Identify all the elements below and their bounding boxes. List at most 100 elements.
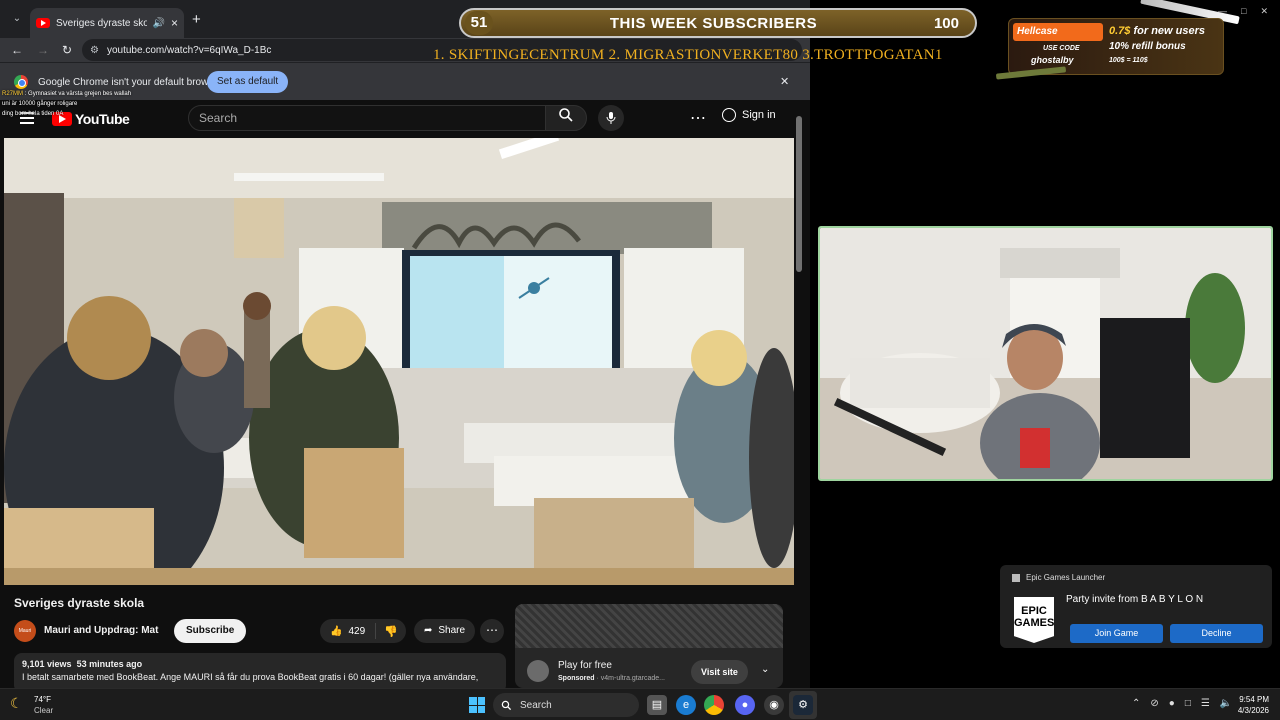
close-infobar-icon[interactable]: ✕	[780, 75, 789, 88]
epic-games-logo: EPIC GAMES	[1014, 597, 1054, 643]
show-hidden-icons-icon[interactable]: ⌃	[1132, 698, 1140, 709]
edge-icon[interactable]: e	[676, 695, 696, 715]
notification-app-name: Epic Games Launcher	[1026, 573, 1106, 582]
share-label: Share	[438, 625, 466, 636]
taskbar: ☾ 74°F Clear Search ▤ e ● ◉ ⚙ ⌃ ⊘ ● □ ☰ …	[0, 688, 1280, 720]
forward-button[interactable]: →	[34, 41, 52, 59]
desktop: ⌄ Sveriges dyraste skola - YouTube 🔊 × +…	[0, 0, 1280, 720]
wifi-icon[interactable]: ☰	[1201, 698, 1210, 709]
tab-youtube[interactable]: Sveriges dyraste skola - YouTube 🔊 ×	[30, 8, 184, 38]
chat-message: ding bom hela tiden 0A	[2, 109, 182, 119]
view-count: 9,101 views	[22, 659, 72, 669]
chevron-down-icon[interactable]: ⌄	[761, 664, 769, 675]
subscriber-goal-title: THIS WEEK SUBSCRIBERS	[609, 14, 818, 32]
sign-in-label: Sign in	[742, 109, 776, 121]
close-window-icon[interactable]: ✕	[1260, 6, 1268, 17]
sponsored-label: Sponsored	[558, 675, 595, 682]
promo-code: ghostalby	[1031, 55, 1074, 65]
description-text: I betalt samarbete med BookBeat. Ange MA…	[22, 672, 479, 682]
infobar-message: Google Chrome isn't your default browser	[38, 77, 223, 88]
promo-text: for new users	[1133, 25, 1206, 37]
thumbs-up-icon: 👍	[330, 625, 343, 637]
reload-button[interactable]: ↻	[58, 41, 76, 59]
clock-time: 9:54 PM	[1239, 695, 1269, 704]
decline-button[interactable]: Decline	[1170, 624, 1263, 643]
notification-message: Party invite from B A B Y L O N	[1066, 594, 1204, 605]
sponsored-ad-card[interactable]: Play for free Sponsored · v4m-ultra.gtar…	[515, 604, 783, 688]
join-game-button[interactable]: Join Game	[1070, 624, 1163, 643]
webcam-feed	[818, 226, 1273, 481]
more-actions-button[interactable]: ⋯	[480, 619, 504, 643]
like-button[interactable]: 👍 429	[320, 623, 377, 639]
close-tab-icon[interactable]: ×	[171, 16, 178, 30]
ad-sponsor-line: Sponsored · v4m-ultra.gtarcade...	[558, 675, 665, 682]
taskbar-clock[interactable]: 9:54 PM 4/3/2026	[1233, 694, 1269, 716]
start-button[interactable]	[469, 697, 485, 713]
subscriber-count: 51	[465, 11, 493, 35]
chrome-icon[interactable]	[704, 695, 724, 715]
like-dislike-group: 👍 429 👎	[320, 619, 406, 643]
promo-refill-bonus: 10% refill bonus	[1109, 41, 1186, 52]
weather-condition[interactable]: Clear	[34, 706, 53, 715]
thumbs-down-icon: 👎	[384, 625, 398, 638]
promo-new-users: 0.7$ for new users	[1109, 25, 1205, 37]
description-box[interactable]: 9,101 views 53 minutes ago I betalt sama…	[14, 653, 506, 688]
epic-app-icon	[1012, 574, 1020, 582]
visit-site-button[interactable]: Visit site	[691, 660, 748, 684]
channel-avatar[interactable]: Mauri	[14, 620, 36, 642]
url-text: youtube.com/watch?v=6qIWa_D-1Bc	[106, 44, 272, 56]
speaker-icon[interactable]: 🔊	[153, 18, 165, 29]
display-icon[interactable]: □	[1185, 698, 1191, 709]
network-off-icon[interactable]: ⊘	[1150, 698, 1158, 709]
like-count: 429	[348, 625, 366, 637]
share-button[interactable]: ➦ Share	[414, 619, 476, 643]
video-meta: 9,101 views 53 minutes ago	[22, 659, 498, 669]
search-button[interactable]	[545, 105, 587, 131]
chrome-window: ⌄ Sveriges dyraste skola - YouTube 🔊 × +…	[0, 0, 810, 688]
dislike-button[interactable]: 👎	[376, 625, 406, 638]
video-player[interactable]	[4, 138, 794, 585]
chat-message: R27MM : Gymnasiet va värsta grejen bes w…	[2, 91, 132, 97]
ad-title: Play for free	[558, 660, 612, 671]
ad-banner-image[interactable]	[515, 604, 783, 648]
steam-icon[interactable]: ⚙	[793, 695, 813, 715]
epic-notification: Epic Games Launcher EPIC GAMES Party inv…	[1000, 565, 1272, 648]
back-button[interactable]: ←	[8, 41, 26, 59]
promo-conversion: 100$ = 110$	[1109, 57, 1148, 64]
tab-search-button[interactable]: ⌄	[8, 10, 26, 28]
site-info-icon[interactable]: ⚙	[90, 45, 99, 56]
chat-text: Gymnasiet va värsta grejen bes wallah	[28, 91, 132, 97]
weather-temperature[interactable]: 74°F	[34, 695, 51, 704]
new-tab-button[interactable]: +	[192, 11, 201, 28]
top-subscribers-list: 1. SKIFTINGECENTRUM 2. MIGRASTIONVERKET8…	[433, 47, 943, 63]
set-as-default-button[interactable]: Set as default	[207, 71, 289, 93]
chat-username: R27MM	[2, 91, 24, 97]
more-options-icon[interactable]: ⋯	[690, 108, 706, 128]
volume-icon[interactable]: 🔈	[1220, 698, 1232, 709]
scrollbar-thumb[interactable]	[796, 116, 802, 272]
hellcase-promo: Hellcase USE CODE ghostalby 0.7$ for new…	[1008, 18, 1224, 75]
chat-text: uni är 10000 gånger roligare	[2, 101, 78, 107]
discord-icon[interactable]: ●	[735, 695, 755, 715]
search-icon	[501, 700, 512, 710]
taskbar-search[interactable]: Search	[493, 693, 639, 717]
obs-icon[interactable]: ◉	[764, 695, 784, 715]
moon-weather-icon[interactable]: ☾	[10, 695, 23, 712]
sign-in-button[interactable]: Sign in	[722, 108, 776, 122]
page-scrollbar[interactable]	[796, 112, 802, 672]
video-frame-classroom	[4, 138, 794, 585]
microphone-icon[interactable]: ●	[1169, 698, 1175, 709]
subscribe-button[interactable]: Subscribe	[174, 619, 247, 643]
search-input[interactable]: Search	[188, 105, 546, 131]
minimize-icon[interactable]: —	[1218, 6, 1227, 17]
maximize-icon[interactable]: □	[1241, 6, 1246, 17]
share-arrow-icon: ➦	[424, 625, 433, 636]
clock-date: 4/3/2026	[1237, 706, 1269, 715]
channel-name[interactable]: Mauri and Uppdrag: Mat	[44, 625, 158, 636]
microphone-icon	[606, 112, 616, 124]
voice-search-button[interactable]	[598, 105, 624, 131]
promo-amount: 0.7$	[1109, 25, 1131, 37]
tab-title: Sveriges dyraste skola - YouTube	[56, 17, 147, 29]
search-icon	[559, 108, 573, 122]
task-view-icon[interactable]: ▤	[647, 695, 667, 715]
